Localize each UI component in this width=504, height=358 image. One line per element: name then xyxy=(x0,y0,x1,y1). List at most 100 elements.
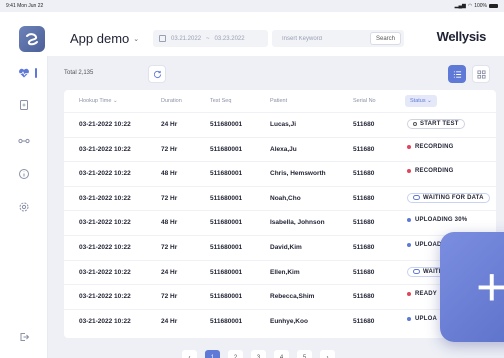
cell-hookup-time: 03-21-2022 10:22 xyxy=(79,219,131,227)
cell-duration: 24 Hr xyxy=(161,268,178,276)
cell-duration: 72 Hr xyxy=(161,145,178,153)
search-field: Search xyxy=(272,30,404,47)
table-row[interactable]: 03-21-2022 10:22 24 Hr 511680001 Eunhye,Koo… xyxy=(64,308,496,331)
status-badge: WAITING FOR DATA xyxy=(407,192,490,203)
list-view-button[interactable] xyxy=(448,65,466,83)
search-button[interactable]: Search xyxy=(369,32,401,45)
status-text: UPLOA xyxy=(415,315,437,322)
cell-test-seq: 511680001 xyxy=(210,121,243,128)
column-serial-no: Serial No xyxy=(353,98,376,104)
cell-serial-no: 511680 xyxy=(353,293,375,301)
cell-hookup-time: 03-21-2022 10:22 xyxy=(79,170,131,178)
page-button[interactable]: 5 xyxy=(297,350,312,358)
cell-serial-no: 511680 xyxy=(353,121,375,128)
search-input[interactable] xyxy=(282,35,374,42)
page-button[interactable]: 3 xyxy=(251,350,266,358)
cell-serial-no: 511680 xyxy=(353,268,375,276)
cell-patient: Noah,Cho xyxy=(270,194,301,202)
table-row[interactable]: 03-21-2022 10:22 72 Hr 511680001 David,Kim 5… xyxy=(64,235,496,257)
cell-patient: Chris, Hemsworth xyxy=(270,170,326,178)
app-window: 9:41 Mon Jun 22 ▂▄▆ ◠ 100% App demo ⌄ 03… xyxy=(0,0,504,358)
sidebar-item-devices[interactable] xyxy=(0,130,48,152)
cell-hookup-time: 03-21-2022 10:22 xyxy=(79,145,131,153)
status-badge[interactable]: START TEST xyxy=(407,119,465,129)
cell-serial-no: 511680 xyxy=(353,170,375,178)
cell-test-seq: 511680001 xyxy=(210,170,243,178)
table-header: Hookup Time ⌄ Duration Test Seq Patient … xyxy=(64,90,496,112)
settings-icon xyxy=(19,202,29,212)
table-row[interactable]: 03-21-2022 10:22 72 Hr 511680001 Alexa,Ju 51… xyxy=(64,136,496,159)
battery-level: 100% xyxy=(474,3,487,9)
cell-patient: Lucas,Ji xyxy=(270,121,297,128)
column-status-filter[interactable]: Status ⌄ xyxy=(405,95,437,107)
sidebar-item-info[interactable] xyxy=(0,163,48,185)
cell-duration: 72 Hr xyxy=(161,244,178,251)
calendar-icon xyxy=(159,35,166,42)
grid-view-button[interactable] xyxy=(472,65,490,83)
grid-icon xyxy=(476,69,486,79)
circle-icon xyxy=(413,122,417,126)
status-text: RECORDING xyxy=(415,168,454,175)
plus-icon: + xyxy=(476,257,504,317)
status-date: Mon Jun 22 xyxy=(17,3,44,9)
cell-test-seq: 511680001 xyxy=(210,268,243,276)
sessions-table: Hookup Time ⌄ Duration Test Seq Patient … xyxy=(64,90,496,338)
cell-duration: 48 Hr xyxy=(161,219,178,227)
page-button[interactable]: 1 xyxy=(205,350,220,358)
status-dot-icon xyxy=(407,243,411,247)
status-dot-icon xyxy=(407,169,411,174)
status-text: READY xyxy=(415,291,438,298)
table-row[interactable]: 03-21-2022 10:22 72 Hr 511680001 Noah,Cho 51… xyxy=(64,185,496,208)
status-badge: UPLOA xyxy=(407,316,437,322)
column-test-seq: Test Seq xyxy=(210,98,232,104)
table-row[interactable]: 03-21-2022 10:22 48 Hr 511680001 Isabella, … xyxy=(64,210,496,232)
refresh-icon xyxy=(153,70,161,78)
connection-icon xyxy=(18,138,30,144)
cell-test-seq: 511680001 xyxy=(210,317,243,325)
status-dot-icon xyxy=(407,144,411,149)
document-icon xyxy=(20,100,28,110)
logout-icon xyxy=(20,333,30,341)
app-selector[interactable]: App demo ⌄ xyxy=(70,31,139,46)
status-time: 9:41 xyxy=(6,3,16,9)
page-list: 12345 xyxy=(205,350,312,358)
sidebar-item-monitoring[interactable] xyxy=(0,62,48,84)
cell-patient: Eunhye,Koo xyxy=(270,317,308,325)
column-hookup-time[interactable]: Hookup Time ⌄ xyxy=(79,98,118,104)
next-page-button[interactable]: › xyxy=(320,350,335,358)
column-duration: Duration xyxy=(161,98,182,104)
table-row[interactable]: 03-21-2022 10:22 24 Hr 511680001 Ellen,Kim 5… xyxy=(64,259,496,282)
sidebar-item-reports[interactable] xyxy=(0,94,48,116)
table-row[interactable]: 03-21-2022 10:22 24 Hr 511680001 Lucas,Ji 51… xyxy=(64,112,496,134)
prev-page-button[interactable]: ‹ xyxy=(182,350,197,358)
list-icon xyxy=(453,70,461,78)
page-button[interactable]: 2 xyxy=(228,350,243,358)
cell-duration: 72 Hr xyxy=(161,293,178,301)
cell-patient: Rebecca,Shim xyxy=(270,293,315,301)
column-patient: Patient xyxy=(270,98,288,104)
date-range-picker[interactable]: 03.21.2022 ~ 03.23.2022 xyxy=(153,30,268,47)
status-dot-icon xyxy=(407,218,411,223)
sidebar-item-settings[interactable] xyxy=(0,196,48,218)
cell-test-seq: 511680001 xyxy=(210,145,243,153)
sidebar-item-logout[interactable] xyxy=(0,326,48,348)
status-text: WAITING FOR DATA xyxy=(423,194,484,201)
table-row[interactable]: 03-21-2022 10:22 72 Hr 511680001 Rebecca,Sh… xyxy=(64,284,496,306)
brand-logo: Wellysis xyxy=(436,29,487,44)
cell-test-seq: 511680001 xyxy=(210,244,243,251)
sidebar xyxy=(0,56,48,358)
cell-hookup-time: 03-21-2022 10:22 xyxy=(79,293,131,301)
cell-serial-no: 511680 xyxy=(353,145,375,153)
add-session-button[interactable]: + xyxy=(440,232,504,342)
date-separator: ~ xyxy=(206,35,210,42)
app-logo-icon[interactable] xyxy=(19,26,45,52)
cell-patient: David,Kim xyxy=(270,244,302,251)
page-button[interactable]: 4 xyxy=(274,350,289,358)
cell-patient: Ellen,Kim xyxy=(270,268,300,276)
refresh-button[interactable] xyxy=(148,65,166,83)
table-row[interactable]: 03-21-2022 10:22 48 Hr 511680001 Chris, Hem… xyxy=(64,161,496,183)
chevron-down-icon: ⌄ xyxy=(112,98,118,104)
cell-patient: Alexa,Ju xyxy=(270,145,297,153)
cell-duration: 24 Hr xyxy=(161,121,178,128)
cell-serial-no: 511680 xyxy=(353,194,375,202)
